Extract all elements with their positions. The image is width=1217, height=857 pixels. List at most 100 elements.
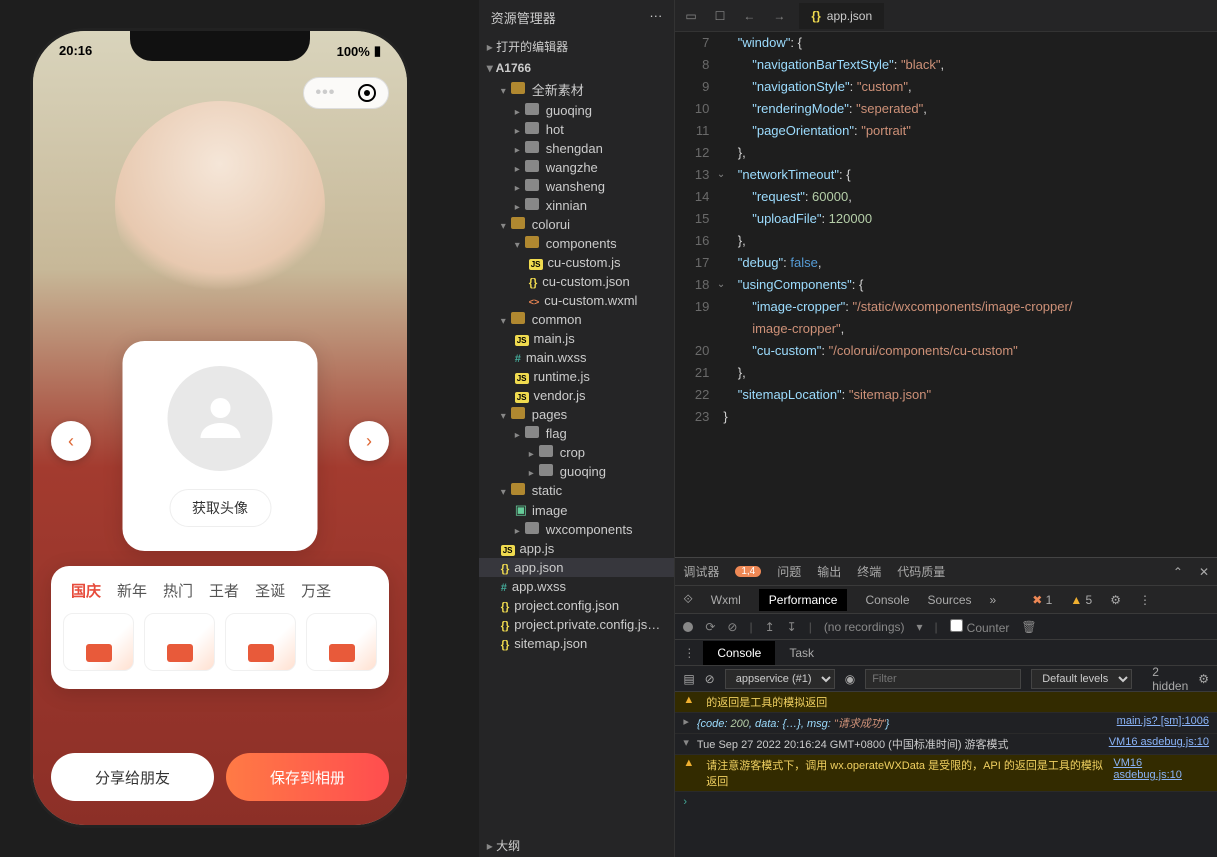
tree-item[interactable]: flag <box>479 424 675 443</box>
explorer-more-icon[interactable]: ··· <box>649 8 662 27</box>
save-button[interactable]: 保存到相册 <box>226 753 389 801</box>
tab-wxml[interactable]: Wxml <box>711 593 741 607</box>
tab-terminal[interactable]: 终端 <box>857 563 881 580</box>
tree-item[interactable]: static <box>479 481 675 500</box>
category-tab[interactable]: 王者 <box>209 580 239 601</box>
log-line[interactable]: 的返回是工具的模拟返回 <box>675 692 1217 713</box>
tab-output[interactable]: 输出 <box>817 563 841 580</box>
explorer-toggle-icon[interactable]: ▭ <box>681 5 700 27</box>
tab-debugger[interactable]: 调试器 <box>683 563 719 580</box>
tree-item[interactable]: image <box>479 500 675 520</box>
tree-item[interactable]: wangzhe <box>479 158 675 177</box>
eye-icon[interactable]: ◉ <box>845 672 855 686</box>
tab-performance[interactable]: Performance <box>759 589 848 611</box>
category-tab[interactable]: 圣诞 <box>255 580 285 601</box>
prev-button[interactable]: ‹ <box>51 421 91 461</box>
filter-input[interactable] <box>865 669 1021 689</box>
tree-item[interactable]: wansheng <box>479 177 675 196</box>
get-avatar-button[interactable]: 获取头像 <box>169 489 271 527</box>
bookmark-icon[interactable]: ☐ <box>711 5 730 27</box>
tree-item[interactable]: common <box>479 310 675 329</box>
log-line[interactable]: 请注意游客模式下，调用 wx.operateWXData 是受限的，API 的返… <box>675 755 1217 792</box>
template-thumb[interactable] <box>144 613 215 671</box>
drawer-tab-console[interactable]: Console <box>703 641 775 665</box>
tree-item[interactable]: app.js <box>479 539 675 558</box>
gear-icon[interactable]: ⚙ <box>1110 593 1121 607</box>
tree-item[interactable]: hot <box>479 120 675 139</box>
trash-icon[interactable]: 🗑 <box>1021 620 1036 634</box>
next-button[interactable]: › <box>349 421 389 461</box>
download-icon[interactable]: ↧ <box>787 620 797 634</box>
close-icon[interactable]: ✕ <box>1199 565 1209 579</box>
tree-item[interactable]: sitemap.json <box>479 634 675 653</box>
record-icon[interactable] <box>683 622 693 632</box>
template-thumb[interactable] <box>306 613 377 671</box>
tab-problems[interactable]: 问题 <box>777 563 801 580</box>
weapp-capsule[interactable]: ••• <box>303 77 389 109</box>
nav-forward-icon[interactable]: → <box>769 5 789 27</box>
tab-console[interactable]: Console <box>865 593 909 607</box>
share-button[interactable]: 分享给朋友 <box>51 753 214 801</box>
error-count[interactable]: ✖ 1 <box>1032 593 1052 607</box>
counter-checkbox[interactable]: Counter <box>950 619 1010 635</box>
category-tab[interactable]: 万圣 <box>301 580 331 601</box>
code-editor[interactable]: 78910111213⌄1415161718⌄19 20212223 "wind… <box>675 32 1217 557</box>
category-tab[interactable]: 热门 <box>163 580 193 601</box>
category-tab[interactable]: 国庆 <box>71 580 101 601</box>
tree-item[interactable]: project.private.config.js… <box>479 615 675 634</box>
tree-item[interactable]: shengdan <box>479 139 675 158</box>
more-tabs-icon[interactable]: » <box>990 593 997 607</box>
tree-item[interactable]: colorui <box>479 215 675 234</box>
tree-item[interactable]: components <box>479 234 675 253</box>
console-log[interactable]: 的返回是工具的模拟返回▸{code: 200, data: {…}, msg: … <box>675 692 1217 857</box>
upload-icon[interactable]: ↥ <box>765 620 775 634</box>
log-line[interactable]: ▸{code: 200, data: {…}, msg: "请求成功"}main… <box>675 713 1217 734</box>
tree-item[interactable]: app.json <box>479 558 675 577</box>
tree-item[interactable]: cu-custom.js <box>479 253 675 272</box>
tree-item[interactable]: xinnian <box>479 196 675 215</box>
capsule-menu-icon[interactable]: ••• <box>316 84 336 102</box>
tree-item[interactable]: 全新素材 <box>479 78 675 101</box>
tree-item[interactable]: main.wxss <box>479 348 675 367</box>
log-line[interactable]: ▾Tue Sep 27 2022 20:16:24 GMT+0800 (中国标准… <box>675 734 1217 755</box>
tab-quality[interactable]: 代码质量 <box>897 563 945 580</box>
template-thumb[interactable] <box>225 613 296 671</box>
dropdown-icon[interactable]: ▾ <box>917 620 923 634</box>
tab-sources[interactable]: Sources <box>928 593 972 607</box>
console-prompt[interactable]: › <box>675 792 1217 812</box>
tree-item[interactable]: pages <box>479 405 675 424</box>
tree-item[interactable]: cu-custom.wxml <box>479 291 675 310</box>
console-sidebar-icon[interactable]: ▤ <box>683 672 694 686</box>
drawer-tab-task[interactable]: Task <box>775 641 828 665</box>
kebab-icon[interactable]: ⋮ <box>1139 593 1151 607</box>
context-select[interactable]: appservice (#1) <box>725 669 835 689</box>
warning-count[interactable]: ▲ 5 <box>1070 593 1092 607</box>
console-clear-icon[interactable]: ⊘ <box>705 672 715 686</box>
tree-item[interactable]: guoqing <box>479 101 675 120</box>
levels-select[interactable]: Default levels <box>1031 669 1132 689</box>
drawer-handle-icon[interactable]: ⋮ <box>675 646 703 660</box>
capsule-close-icon[interactable] <box>358 84 376 102</box>
tree-item[interactable]: main.js <box>479 329 675 348</box>
gear-icon[interactable]: ⚙ <box>1198 672 1209 686</box>
reload-icon[interactable]: ⟳ <box>705 620 715 634</box>
category-tab[interactable]: 新年 <box>117 580 147 601</box>
clear-icon[interactable]: ⊘ <box>727 620 737 634</box>
outline-section[interactable]: 大纲 <box>479 834 675 857</box>
nav-back-icon[interactable]: ← <box>739 5 759 27</box>
tree-item[interactable]: wxcomponents <box>479 520 675 539</box>
tree-item[interactable]: app.wxss <box>479 577 675 596</box>
tree-item[interactable]: guoqing <box>479 462 675 481</box>
devtools-inspect-icon[interactable]: ⟐ <box>683 592 692 607</box>
open-editors-section[interactable]: 打开的编辑器 <box>479 35 675 58</box>
project-root[interactable]: A1766 <box>479 58 675 78</box>
hidden-count[interactable]: 2 hidden <box>1152 665 1188 693</box>
tree-item[interactable]: vendor.js <box>479 386 675 405</box>
tree-item[interactable]: runtime.js <box>479 367 675 386</box>
tree-item[interactable]: project.config.json <box>479 596 675 615</box>
tree-item[interactable]: crop <box>479 443 675 462</box>
editor-tab-appjson[interactable]: app.json <box>799 3 884 29</box>
tree-item[interactable]: cu-custom.json <box>479 272 675 291</box>
chevron-up-icon[interactable]: ⌃ <box>1173 565 1183 579</box>
template-thumb[interactable] <box>63 613 134 671</box>
